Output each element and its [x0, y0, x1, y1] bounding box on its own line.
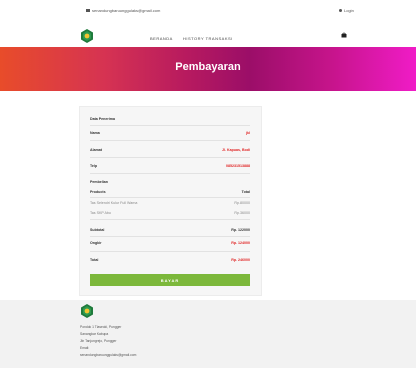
subtotal-value: Rp. 122000	[231, 228, 250, 232]
bayar-button[interactable]: BAYAR	[90, 274, 250, 286]
product-name: Tas SKP Abu	[90, 211, 111, 215]
divider	[90, 251, 250, 252]
payment-card: Data Penerima Nama jkl Alamat Jl. Kapuas…	[79, 106, 262, 296]
alamat-label: Alamat	[90, 148, 102, 152]
nama-label: Nama	[90, 131, 100, 135]
footer-logo	[81, 304, 93, 318]
divider	[90, 197, 250, 198]
telp-label: Telp	[90, 164, 98, 168]
subtotal-label: Subtotal	[90, 228, 105, 232]
footer-email[interactable]: senandungbaruunggulaks@gmail.com	[80, 353, 136, 357]
pembelian-heading-label: Pembelian	[90, 180, 108, 184]
ongkir-label: Ongkir	[90, 241, 102, 245]
products-header: Products	[90, 190, 106, 194]
user-icon	[339, 9, 342, 12]
divider	[90, 125, 250, 126]
login-link[interactable]: Login	[339, 8, 354, 13]
divider	[90, 236, 250, 237]
divider	[90, 140, 250, 141]
divider	[90, 157, 250, 158]
nama-value: jkl	[246, 131, 250, 135]
ongkir-value: Rp. 124000	[231, 241, 250, 245]
login-label[interactable]: Login	[344, 8, 354, 13]
brand-logo[interactable]	[80, 29, 94, 43]
footer-address-2: Sanangkar Kabupa	[80, 332, 109, 336]
grand-total-label: Total	[90, 258, 99, 262]
footer-address-1: Pondok 1 Tlaseoki, Pungger	[80, 325, 122, 329]
navbar	[0, 24, 416, 46]
nav-history-transaksi[interactable]: HISTORY TRANSAKSI	[183, 36, 233, 41]
telp-value: 085231513888	[226, 164, 250, 168]
cart-icon[interactable]	[341, 32, 347, 38]
total-header: Total	[241, 190, 250, 194]
contact-email: senandungbaruunggulaks@gmail.com	[86, 8, 160, 13]
hero-banner: Pembayaran	[0, 47, 416, 91]
product-price: Rp.80000	[234, 201, 250, 205]
footer-address-3: Jln Tanjungrejo, Pungger	[80, 339, 117, 343]
mail-icon	[86, 9, 90, 12]
product-name: Tas Selendri Kulur Full Warna	[90, 201, 138, 205]
top-bar: senandungbaruunggulaks@gmail.com Login	[0, 0, 416, 25]
contact-email-text: senandungbaruunggulaks@gmail.com	[92, 8, 161, 13]
recipient-heading-label: Data Penerima	[90, 117, 115, 121]
divider	[90, 219, 250, 220]
divider	[90, 173, 250, 174]
nav-beranda[interactable]: BERANDA	[150, 36, 173, 41]
alamat-value: Jl. Kapuas, Bodi	[222, 148, 250, 152]
page-title: Pembayaran	[175, 61, 241, 73]
grand-total-value: Rp. 246000	[231, 258, 250, 262]
footer-email-label: Email:	[80, 346, 90, 350]
product-price: Rp.36000	[234, 211, 250, 215]
footer	[0, 300, 416, 368]
